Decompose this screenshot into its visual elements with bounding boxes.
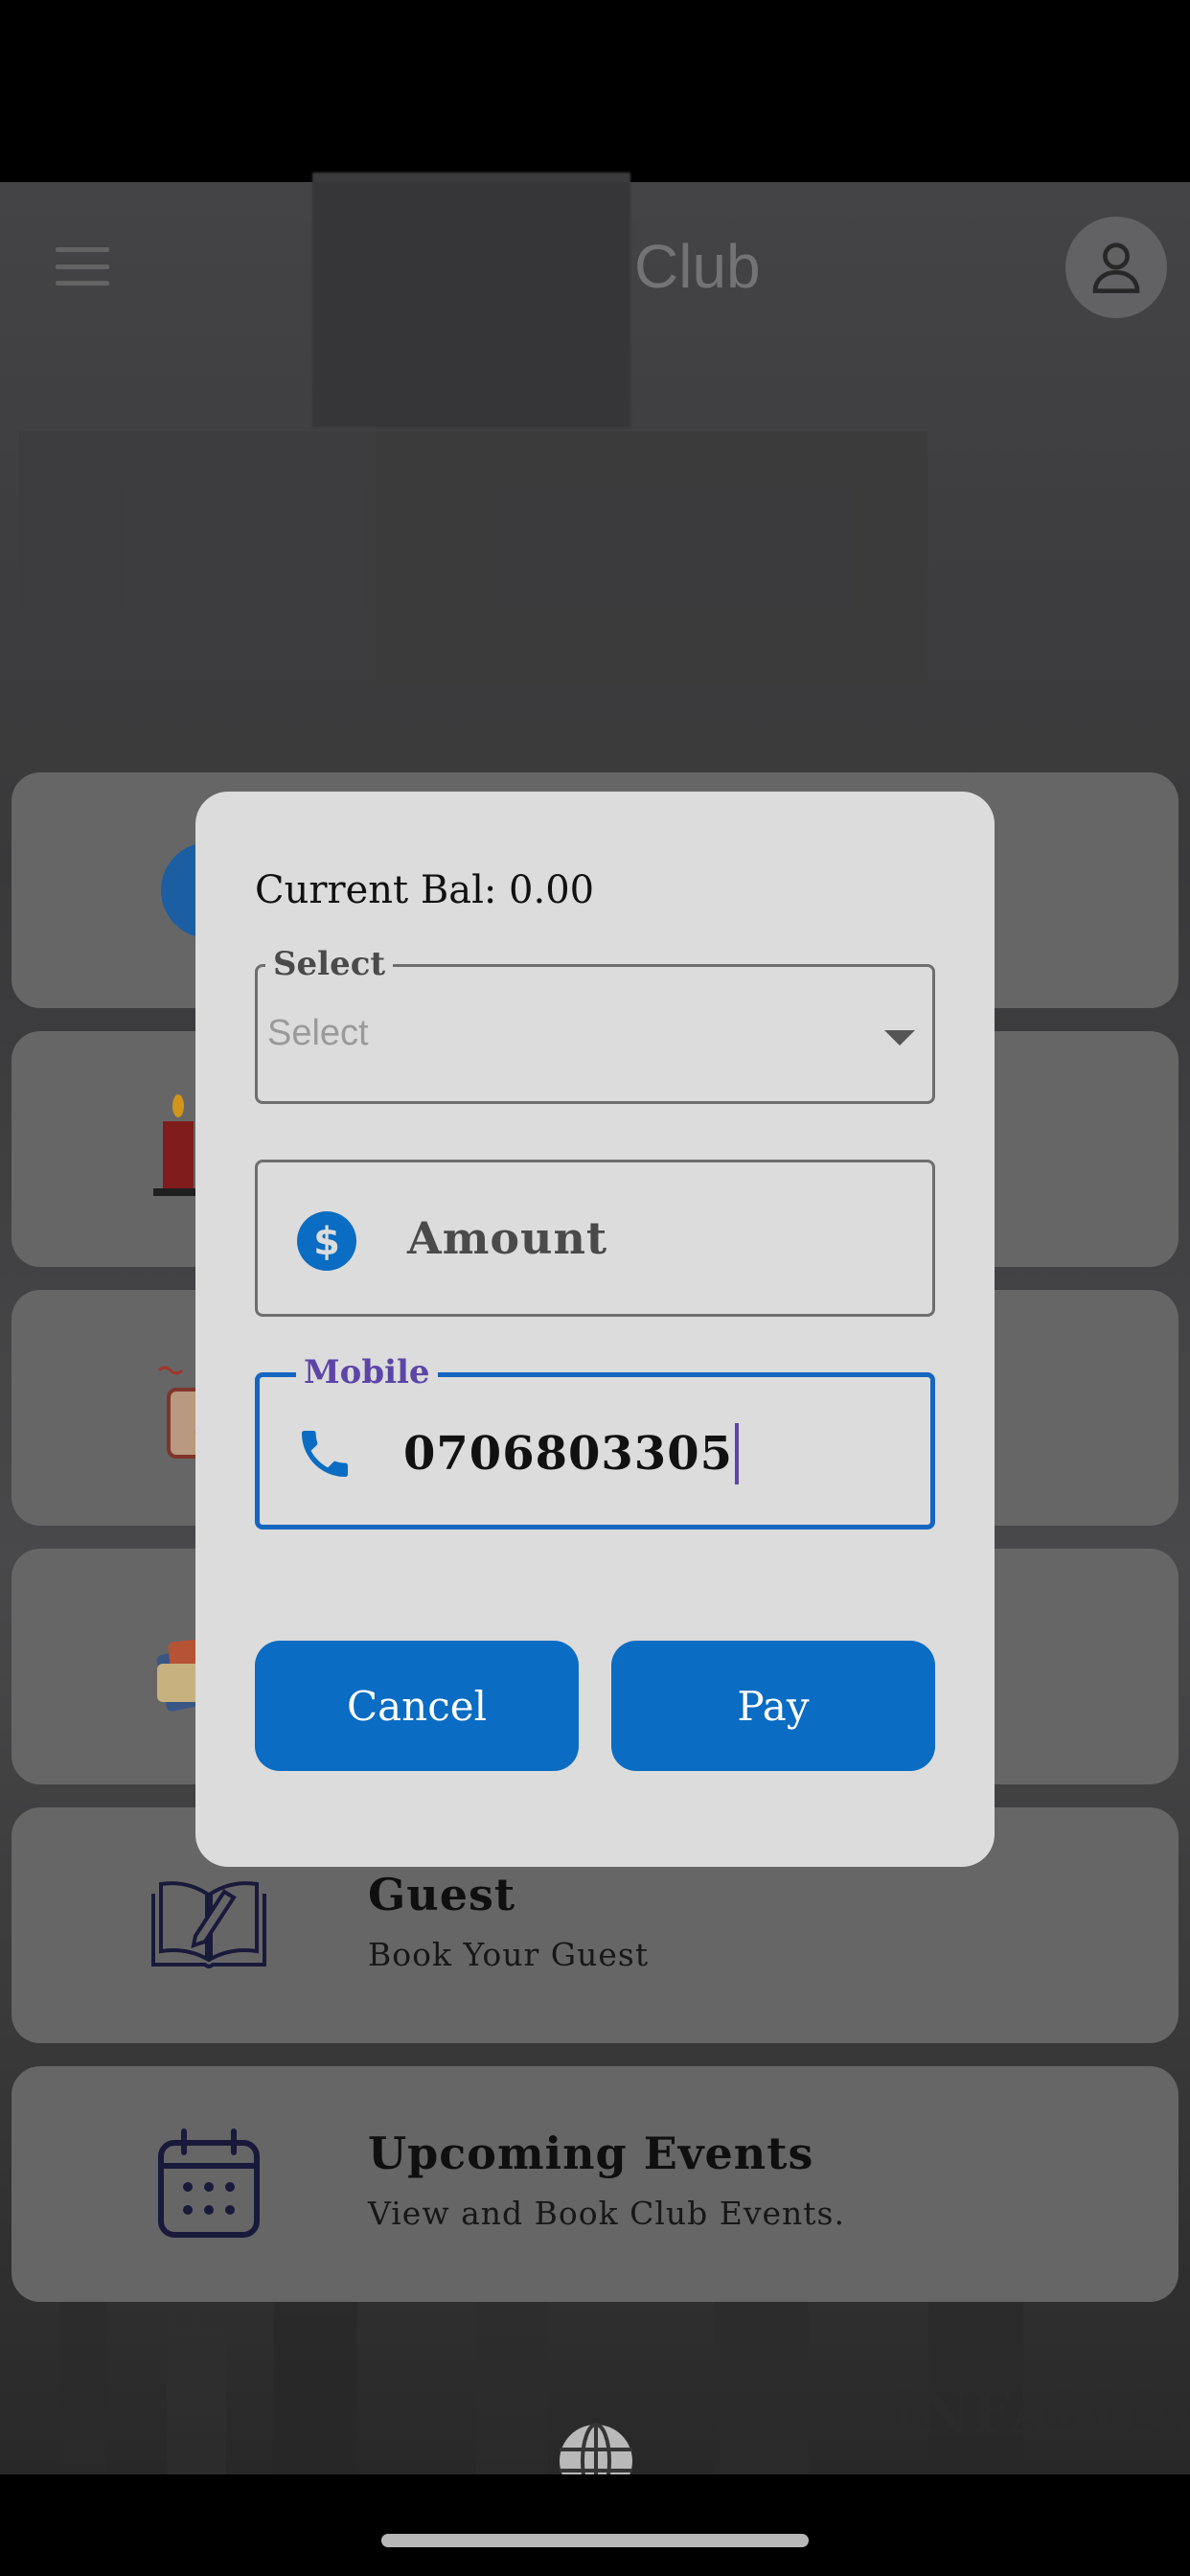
select-value: Select	[267, 1013, 369, 1053]
mobile-field[interactable]: Mobile 0706803305	[255, 1354, 935, 1530]
pay-button[interactable]: Pay	[611, 1641, 935, 1771]
mobile-input[interactable]: 0706803305	[403, 1423, 739, 1484]
select-legend: Select	[265, 946, 394, 982]
amount-field[interactable]: $ Amount	[255, 1160, 935, 1317]
mobile-legend: Mobile	[296, 1354, 438, 1391]
dollar-circle-icon: $	[296, 1210, 357, 1272]
text-cursor	[734, 1423, 739, 1484]
select-dropdown[interactable]: Select Select	[255, 946, 935, 1104]
cancel-button[interactable]: Cancel	[255, 1641, 579, 1771]
home-indicator[interactable]	[381, 2534, 809, 2547]
chevron-down-icon[interactable]	[884, 1030, 915, 1046]
phone-icon	[294, 1423, 355, 1484]
status-bar	[0, 0, 1190, 182]
amount-placeholder: Amount	[407, 1212, 608, 1264]
svg-text:$: $	[313, 1220, 340, 1264]
mobile-value-text: 0706803305	[403, 1427, 733, 1481]
current-balance: Current Bal: 0.00	[255, 868, 595, 912]
payment-dialog: Current Bal: 0.00 Select Select $ Amount…	[195, 792, 995, 1867]
bottom-safe-area	[0, 2474, 1190, 2576]
